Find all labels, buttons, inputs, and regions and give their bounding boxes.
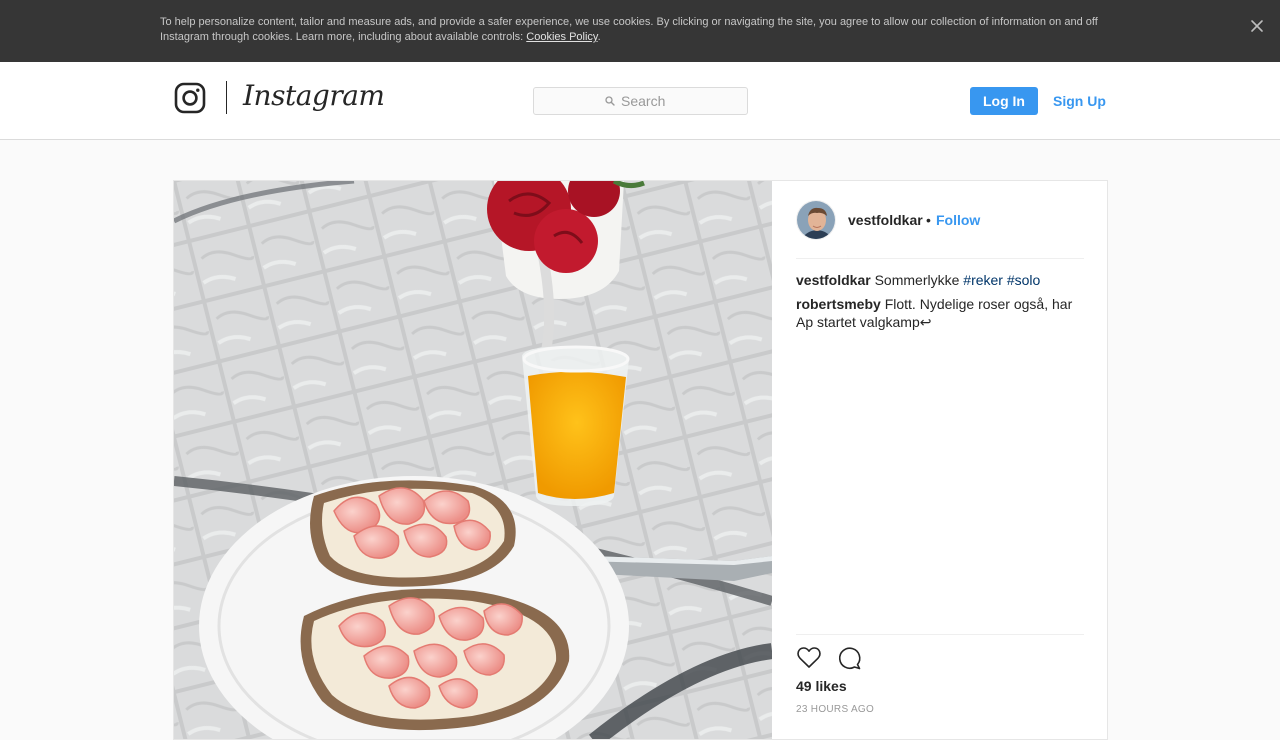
search-icon bbox=[605, 96, 615, 106]
separator-dot: • bbox=[926, 212, 931, 228]
avatar[interactable] bbox=[796, 200, 836, 240]
cookie-notice-text: To help personalize content, tailor and … bbox=[160, 15, 1120, 45]
hashtag-link[interactable]: #reker bbox=[963, 272, 1003, 288]
instagram-camera-icon[interactable] bbox=[174, 82, 206, 114]
post-timestamp[interactable]: 23 HOURS AGO bbox=[796, 704, 874, 715]
heart-icon[interactable] bbox=[796, 645, 822, 671]
search-input[interactable]: Search bbox=[533, 87, 748, 115]
search-placeholder: Search bbox=[621, 93, 666, 109]
post-photo[interactable] bbox=[174, 181, 772, 739]
post-card: vestfoldkar • Follow vestfoldkar Sommerl… bbox=[173, 180, 1108, 740]
cookie-banner: To help personalize content, tailor and … bbox=[0, 0, 1280, 62]
hashtag-link[interactable]: #solo bbox=[1007, 272, 1040, 288]
comment-bubble-icon[interactable] bbox=[836, 645, 862, 671]
follow-button[interactable]: Follow bbox=[936, 212, 980, 228]
post-author-username[interactable]: vestfoldkar bbox=[848, 212, 923, 228]
logo-divider bbox=[226, 81, 227, 114]
caption: vestfoldkar Sommerlykke #reker #solo bbox=[796, 271, 1084, 289]
cookies-policy-link[interactable]: Cookies Policy bbox=[526, 31, 597, 43]
divider bbox=[796, 634, 1084, 635]
comment-username[interactable]: robertsmeby bbox=[796, 296, 881, 312]
top-nav: Instagram Search Log In Sign Up bbox=[0, 62, 1280, 140]
caption-text: Sommerlykke bbox=[874, 272, 960, 288]
post-sidebar: vestfoldkar • Follow vestfoldkar Sommerl… bbox=[796, 181, 1084, 739]
comment-item: robertsmeby Flott. Nydelige roser også, … bbox=[796, 295, 1084, 331]
close-icon[interactable] bbox=[1246, 15, 1268, 37]
cookie-notice-body: To help personalize content, tailor and … bbox=[160, 16, 1098, 43]
instagram-wordmark[interactable]: Instagram bbox=[243, 79, 385, 112]
caption-username[interactable]: vestfoldkar bbox=[796, 272, 871, 288]
divider bbox=[796, 258, 1084, 259]
likes-count[interactable]: 49 likes bbox=[796, 678, 847, 694]
signup-link[interactable]: Sign Up bbox=[1053, 93, 1106, 109]
login-button[interactable]: Log In bbox=[970, 87, 1038, 115]
cookie-notice-period: . bbox=[597, 31, 601, 43]
